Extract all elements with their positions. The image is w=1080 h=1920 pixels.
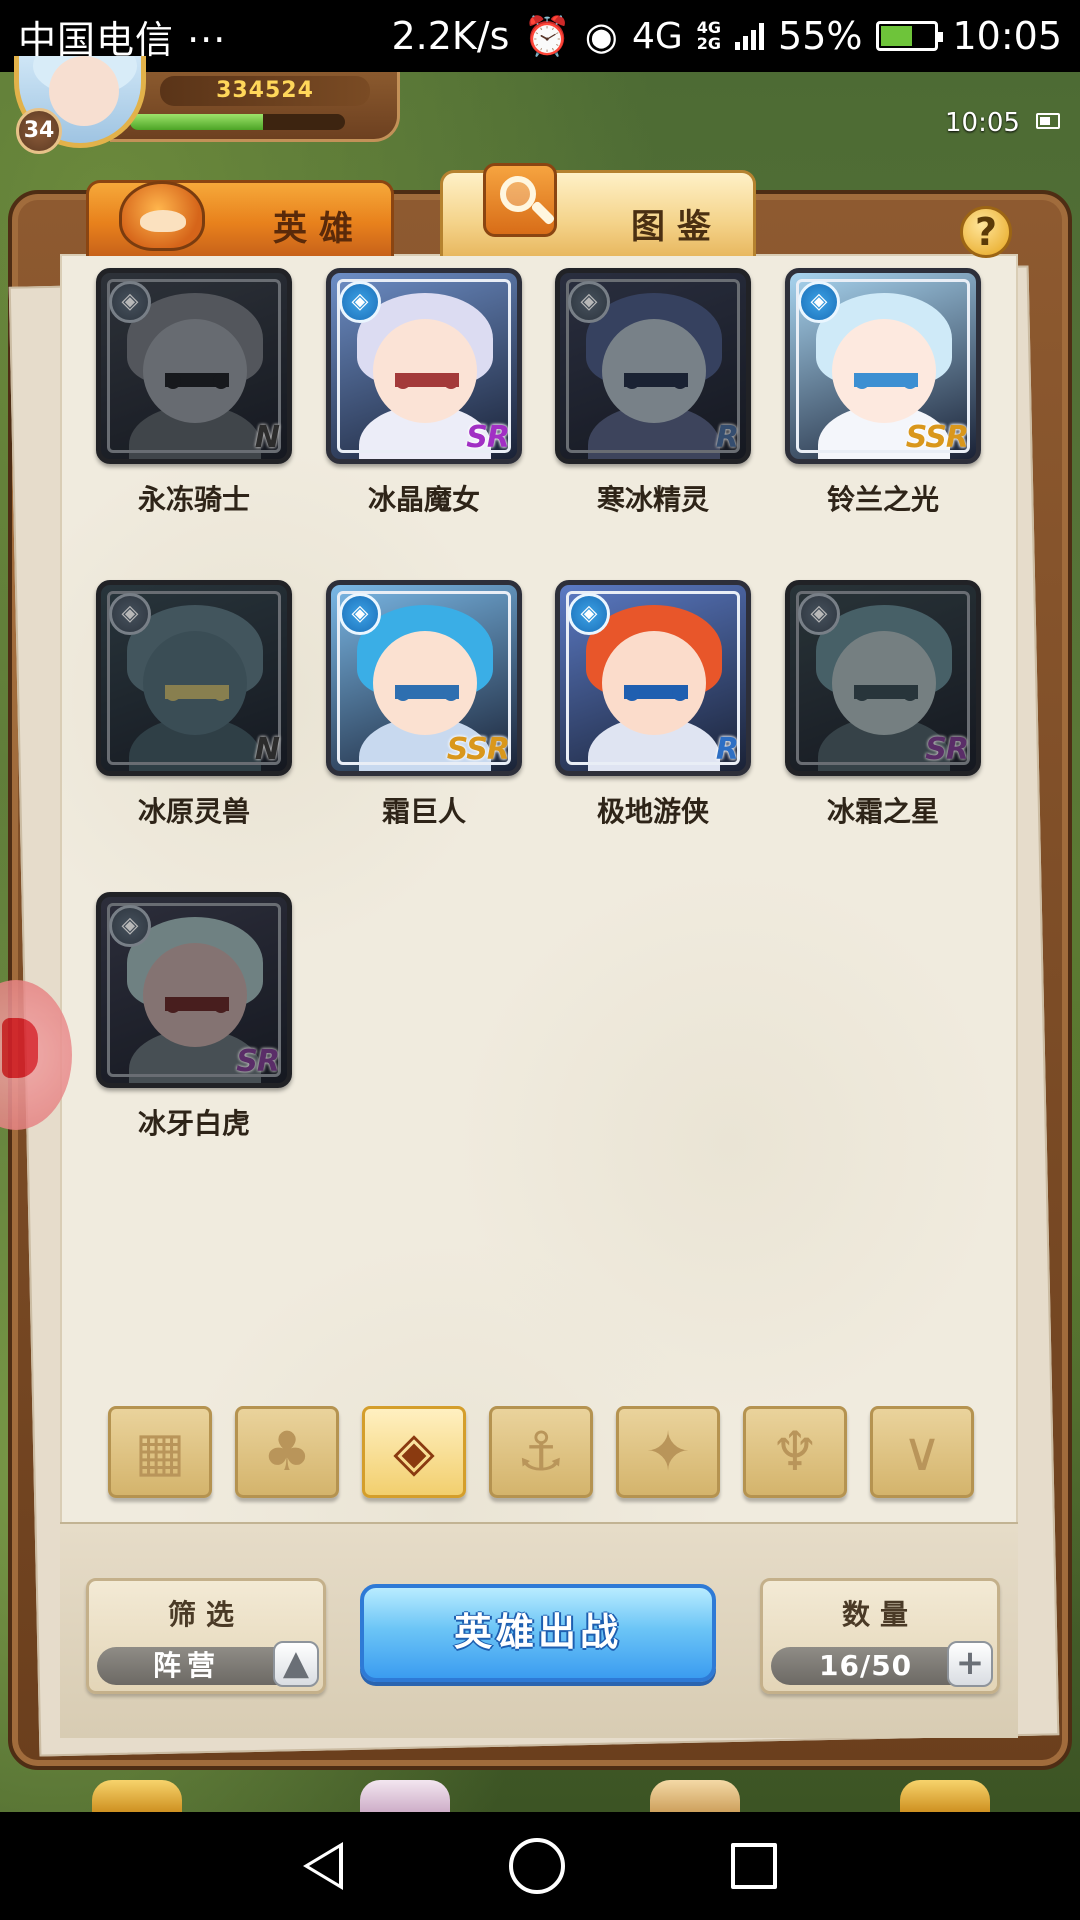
combat-power: 334524 (160, 76, 370, 106)
hero-portrait[interactable]: ◈ R (555, 268, 751, 464)
exp-bar-fill (130, 114, 264, 130)
bottom-menu-decoration (360, 1780, 450, 1816)
hero-portrait[interactable]: ◈ N (96, 580, 292, 776)
recent-apps-icon[interactable] (731, 1843, 777, 1889)
horn-filter-button[interactable]: ♆ (743, 1406, 847, 1498)
grid-icon: ▦ (134, 1420, 186, 1483)
hero-name: 冰霜之星 (826, 795, 939, 828)
hero-card[interactable]: ◈ SSR 霜巨人 (326, 580, 522, 830)
hero-portrait[interactable]: ◈ N (96, 268, 292, 464)
camp-ice-icon: ◈ (109, 281, 151, 323)
horn-icon: ♆ (770, 1420, 820, 1483)
tab-codex[interactable]: 图鉴 (440, 163, 756, 256)
signal-icon (735, 22, 765, 50)
ice-crystal-icon: ◈ (393, 1420, 435, 1483)
grid-filter-button[interactable]: ▦ (108, 1406, 212, 1498)
anchor-icon: ⚓ (516, 1420, 566, 1483)
alarm-icon: ⏰ (523, 13, 571, 58)
hero-name: 冰晶魔女 (367, 483, 480, 516)
camp-ice-icon: ◈ (798, 593, 840, 635)
status-bar: 中国电信 ··· 2.2K/s ⏰ ◉ 4G 4G 2G 55% 10:05 (0, 0, 1080, 72)
rarity-badge: SR (466, 420, 510, 455)
rarity-badge: SR (236, 1044, 280, 1079)
filter-title: 筛选 (167, 1598, 244, 1631)
camp-ice-icon: ◈ (339, 593, 381, 635)
camp-ice-icon: ◈ (568, 281, 610, 323)
filter-toggle-button[interactable]: ▲ (273, 1641, 319, 1687)
network-type: 4G (631, 15, 683, 57)
count-title: 数量 (841, 1598, 918, 1631)
leaf-filter-button[interactable]: ♣ (235, 1406, 339, 1498)
battery-icon (876, 21, 944, 51)
hero-card[interactable]: ◈ N 冰原灵兽 (96, 580, 292, 830)
wing-icon: ∨ (902, 1420, 942, 1483)
bottom-menu-decoration (650, 1780, 740, 1816)
camp-ice-icon: ◈ (109, 905, 151, 947)
hero-portrait[interactable]: ◈ SR (785, 580, 981, 776)
hero-name: 极地游侠 (596, 795, 709, 828)
camp-ice-icon: ◈ (568, 593, 610, 635)
hero-card[interactable]: ◈ SR 冰霜之星 (785, 580, 981, 830)
magnifier-icon (483, 163, 557, 237)
tab-heroes[interactable]: 英雄 (86, 180, 394, 256)
anchor-filter-button[interactable]: ⚓ (489, 1406, 593, 1498)
hero-card[interactable]: ◈ SSR 铃兰之光 (785, 268, 981, 518)
network-speed: 2.2K/s (391, 14, 510, 58)
beast-filter-button[interactable]: ✦ (616, 1406, 720, 1498)
ice-crystal-filter-button[interactable]: ◈ (362, 1406, 466, 1498)
back-icon[interactable] (303, 1842, 343, 1890)
tab-heroes-label: 英雄 (273, 209, 365, 249)
status-time: 10:05 (952, 14, 1062, 58)
wing-filter-button[interactable]: ∨ (870, 1406, 974, 1498)
hero-portrait[interactable]: ◈ SSR (785, 268, 981, 464)
hero-card[interactable]: ◈ SR 冰牙白虎 (96, 892, 292, 1142)
rarity-badge: N (254, 732, 280, 767)
hero-name: 寒冰精灵 (596, 483, 709, 516)
hero-portrait[interactable]: ◈ R (555, 580, 751, 776)
leaf-icon: ♣ (262, 1420, 312, 1483)
bottom-menu-decoration (92, 1780, 182, 1816)
hero-portrait[interactable]: ◈ SR (326, 268, 522, 464)
camp-ice-icon: ◈ (798, 281, 840, 323)
hero-portrait[interactable]: ◈ SSR (326, 580, 522, 776)
tab-codex-label: 图鉴 (631, 207, 723, 247)
hero-portrait[interactable]: ◈ SR (96, 892, 292, 1088)
player-level-badge: 34 (16, 108, 62, 154)
rarity-badge: R (715, 732, 739, 767)
eye-icon: ◉ (584, 14, 618, 58)
filter-panel: 筛选 阵营 ▲ (86, 1578, 326, 1694)
rarity-badge: N (254, 420, 280, 455)
hero-name: 冰原灵兽 (137, 795, 250, 828)
rarity-badge: R (715, 420, 739, 455)
count-panel: 数量 16/50 + (760, 1578, 1000, 1694)
help-button[interactable]: ? (960, 206, 1012, 258)
hero-card[interactable]: ◈ R 寒冰精灵 (555, 268, 751, 518)
bottom-menu-decoration (900, 1780, 990, 1816)
helmet-icon (119, 181, 205, 251)
beast-icon: ✦ (645, 1420, 691, 1483)
system-nav-bar (0, 1812, 1080, 1920)
hero-card[interactable]: ◈ R 极地游侠 (555, 580, 751, 830)
rarity-badge: SSR (446, 732, 510, 767)
game-clock: 10:05 (945, 108, 1020, 138)
battery-percent: 55% (778, 14, 863, 58)
rarity-badge: SR (925, 732, 969, 767)
camp-ice-icon: ◈ (339, 281, 381, 323)
network-small: 4G 2G (696, 18, 722, 53)
camp-ice-icon: ◈ (109, 593, 151, 635)
hero-name: 冰牙白虎 (137, 1107, 250, 1140)
home-icon[interactable] (509, 1838, 565, 1894)
status-icons: 2.2K/s ⏰ ◉ 4G 4G 2G 55% 10:05 (391, 14, 1062, 59)
hero-name: 铃兰之光 (826, 483, 939, 516)
add-slot-button[interactable]: + (947, 1641, 993, 1687)
deploy-heroes-button[interactable]: 英雄出战 (360, 1584, 716, 1682)
hero-card[interactable]: ◈ SR 冰晶魔女 (326, 268, 522, 518)
exp-bar (130, 114, 345, 130)
hero-name: 霜巨人 (381, 795, 466, 828)
rarity-badge: SSR (905, 420, 969, 455)
hero-card[interactable]: ◈ N 永冻骑士 (96, 268, 292, 518)
hero-name: 永冻骑士 (137, 483, 250, 516)
game-battery-icon (1036, 113, 1060, 129)
